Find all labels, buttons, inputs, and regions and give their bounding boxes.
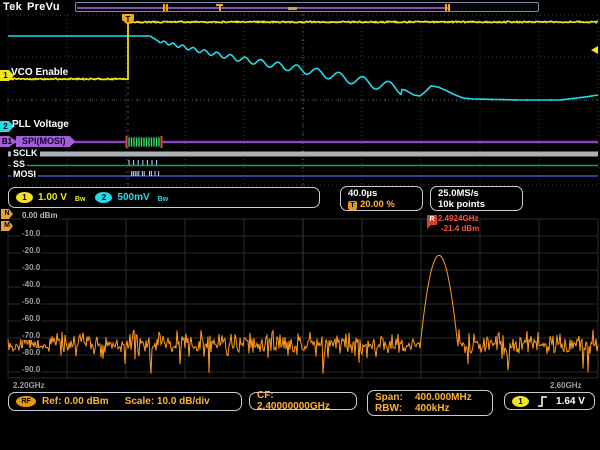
record-length: 10k points (438, 199, 485, 210)
rf-center-frequency-readout[interactable]: CF: 2.40000000GHz (249, 392, 357, 410)
vertical-scale-readout[interactable]: 1 1.00 V Bw 2 500mV Bw (8, 187, 320, 208)
rf-center-frequency: CF: 2.40000000GHz (257, 390, 349, 412)
rf-ref-level-label: 0.00 dBm (21, 211, 59, 220)
rf-span-value: 400.000MHz (415, 392, 472, 403)
peak-marker-frequency: 2.4924GHz (438, 214, 478, 223)
rf-ref-level: Ref: 0.00 dBm (42, 396, 109, 407)
timeline-bus-activity (77, 7, 448, 9)
digital-label-mosi: MOSI (11, 169, 38, 179)
header: Tek PreVu (3, 1, 60, 13)
trigger-icon: T (348, 201, 357, 210)
rf-db-label: -20.0 (21, 246, 41, 255)
bus-b1-label[interactable]: SPI(MOSI) (16, 136, 76, 147)
rf-db-label: -30.0 (21, 263, 41, 272)
rf-span-label: Span: (375, 392, 415, 403)
rf-badge-icon[interactable]: RF (16, 396, 36, 407)
peak-marker-flag[interactable]: R (427, 215, 437, 225)
peak-marker-amplitude: -21.4 dBm (441, 224, 479, 233)
rf-db-label: -90.0 (21, 365, 41, 374)
waveform-canvas: T (0, 0, 600, 450)
trigger-readout[interactable]: 1 1.64 V (504, 392, 595, 410)
trigger-source-badge[interactable]: 1 (512, 396, 529, 407)
digital-label-sclk: SCLK (11, 148, 40, 158)
acquisition-readout[interactable]: 25.0MS/s 10k points (430, 186, 523, 211)
timeline-bracket-icon (163, 4, 168, 11)
timebase-value: 40.0µs (348, 188, 395, 199)
svg-text:T: T (126, 15, 131, 24)
ch1-bandwidth-icon: Bw (75, 196, 86, 203)
rf-rbw-value: 400kHz (415, 403, 449, 414)
tek-logo: Tek (3, 1, 22, 13)
ch2-scale: 500mV (117, 192, 149, 203)
rf-db-label: -60.0 (21, 314, 41, 323)
acquisition-mode: PreVu (27, 1, 60, 13)
rf-db-label: -80.0 (21, 348, 41, 357)
rf-scale: Scale: 10.0 dB/div (125, 396, 210, 407)
record-timeline-bar[interactable] (75, 2, 539, 12)
ch2-bandwidth-icon: Bw (158, 196, 169, 203)
rf-level-readout[interactable]: RF Ref: 0.00 dBm Scale: 10.0 dB/div (8, 392, 242, 411)
ch2-badge-icon[interactable]: 2 (95, 192, 112, 203)
rf-db-label: -70.0 (21, 331, 41, 340)
timeline-bracket-icon (445, 4, 450, 11)
rf-stop-frequency: 2.60GHz (549, 381, 583, 390)
oscilloscope-screen: T TekPreVu 1 VCO Enable 2 PLL Voltage B1… (0, 0, 600, 450)
ch1-badge-icon[interactable]: 1 (16, 192, 33, 203)
timeline-trigger-icon (216, 4, 223, 11)
ch2-label: PLL Voltage (12, 119, 69, 130)
rf-db-label: -40.0 (21, 280, 41, 289)
horizontal-readout[interactable]: 40.0µs T20.00 % (340, 186, 423, 211)
rf-span-readout[interactable]: Span:400.000MHz RBW:400kHz (367, 390, 493, 416)
rf-db-label: -50.0 (21, 297, 41, 306)
trigger-position: 20.00 % (360, 199, 395, 210)
rf-db-label: -10.0 (21, 229, 41, 238)
rising-edge-icon (537, 395, 548, 408)
ch1-scale: 1.00 V (38, 192, 67, 203)
trigger-level: 1.64 V (556, 396, 585, 407)
ch1-label: VCO Enable (11, 67, 68, 78)
rf-start-frequency: 2.20GHz (12, 381, 46, 390)
timeline-window-icon (288, 7, 297, 10)
rf-rbw-label: RBW: (375, 403, 415, 414)
digital-label-ss: SS (11, 159, 27, 169)
sample-rate: 25.0MS/s (438, 188, 485, 199)
